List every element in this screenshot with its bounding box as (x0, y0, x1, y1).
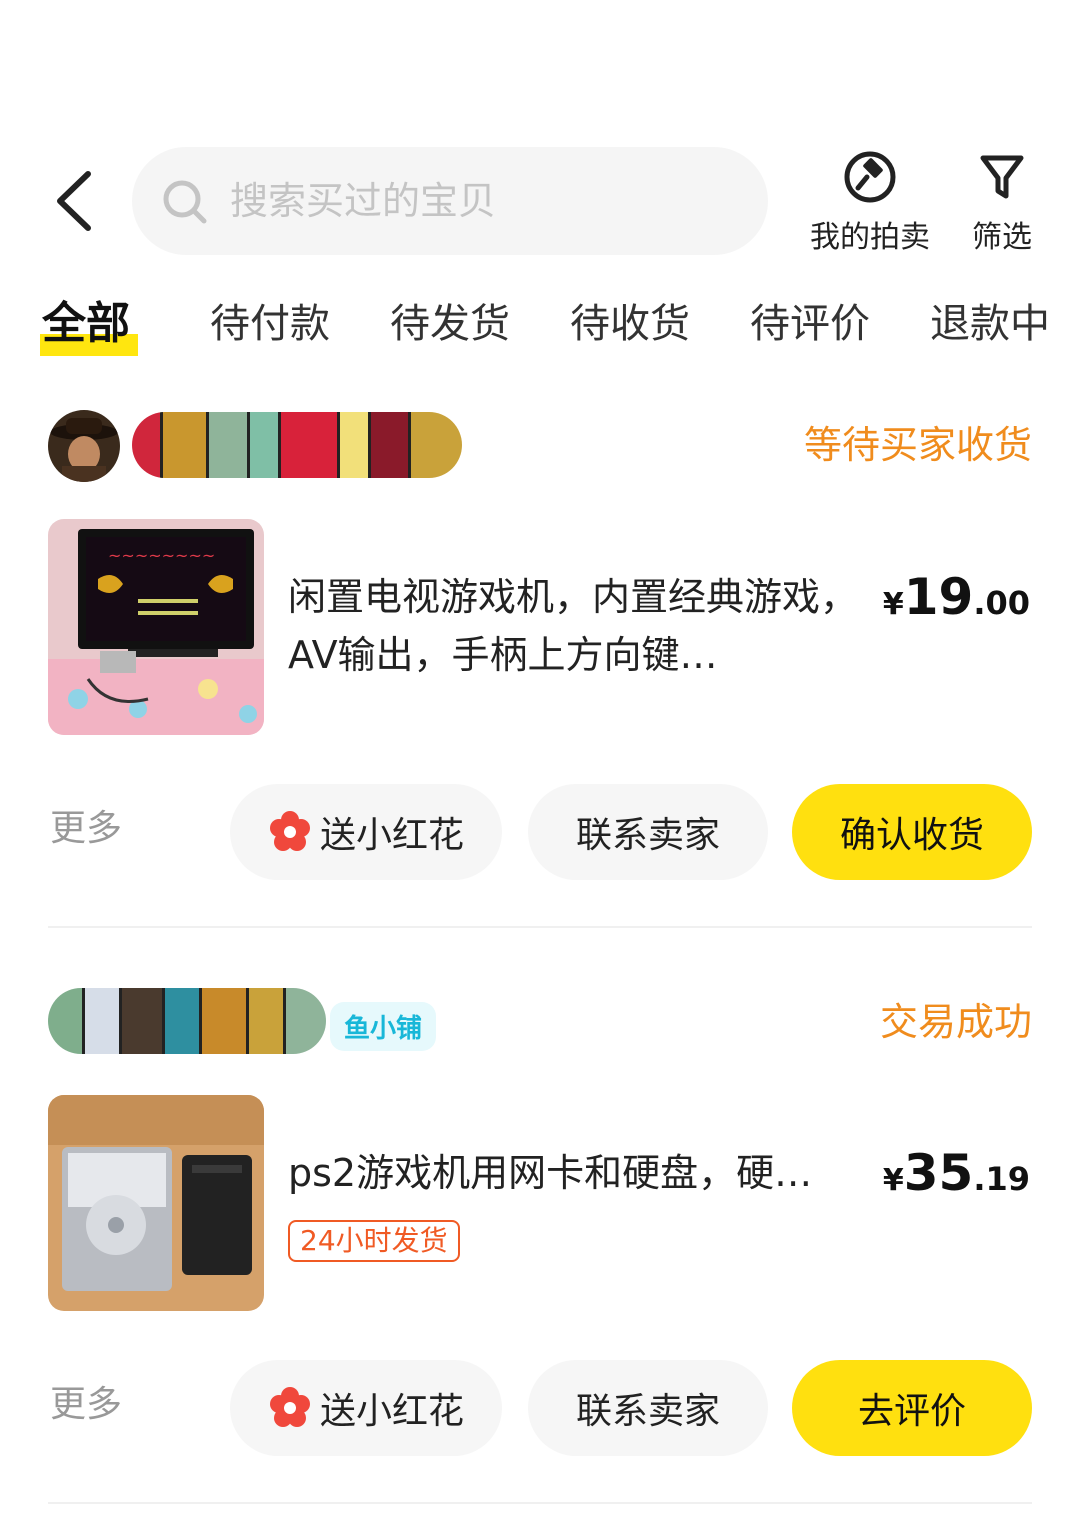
filter-icon (980, 155, 1024, 199)
product-price: ¥35.19 (883, 1144, 1030, 1202)
price-currency: ¥ (882, 1163, 904, 1198)
more-button[interactable]: 更多 (50, 804, 122, 854)
ship-24h-tag: 24小时发货 (288, 1220, 460, 1262)
price-integer: 35 (903, 1144, 974, 1202)
price-decimal: .19 (973, 1160, 1030, 1198)
my-auction-label: 我的拍卖 (810, 220, 930, 255)
send-flower-button[interactable]: 送小红花 (230, 1360, 502, 1456)
card-divider (48, 1502, 1032, 1504)
price-integer: 19 (903, 568, 974, 626)
tab-all[interactable]: 全部 (42, 296, 130, 352)
product-price: ¥19.00 (883, 568, 1030, 626)
product-title[interactable]: 闲置电视游戏机，内置经典游戏，AV输出，手柄上方向键… (288, 568, 858, 684)
contact-seller-button[interactable]: 联系卖家 (528, 784, 768, 880)
shop-tag: 鱼小铺 (330, 1002, 437, 1051)
back-button[interactable] (50, 168, 106, 234)
price-currency: ¥ (882, 587, 904, 622)
seller-avatar[interactable] (48, 410, 120, 482)
product-thumbnail[interactable] (48, 1095, 264, 1311)
more-button[interactable]: 更多 (50, 1380, 122, 1430)
tab-pending-payment[interactable]: 待付款 (210, 296, 330, 352)
send-flower-label: 送小红花 (319, 1391, 464, 1432)
seller-name-redacted (48, 988, 326, 1054)
confirm-receipt-button[interactable]: 确认收货 (792, 784, 1032, 880)
svg-text:~~~~~~~~: ~~~~~~~~ (108, 546, 215, 565)
filter-button[interactable]: 筛选 (932, 150, 1072, 256)
product-thumbnail[interactable]: ~~~~~~~~ (48, 519, 264, 735)
write-review-button[interactable]: 去评价 (792, 1360, 1032, 1456)
chevron-left-icon (57, 171, 91, 231)
send-flower-label: 送小红花 (319, 815, 464, 856)
auction-gavel-icon (844, 151, 896, 203)
price-decimal: .00 (973, 584, 1030, 622)
card-divider (48, 926, 1032, 928)
send-flower-button[interactable]: 送小红花 (230, 784, 502, 880)
order-status: 交易成功 (879, 1000, 1032, 1044)
tab-pending-receipt[interactable]: 待收货 (570, 296, 690, 352)
red-flower-icon (269, 811, 310, 851)
red-flower-icon (269, 1387, 310, 1427)
contact-seller-button[interactable]: 联系卖家 (528, 1360, 768, 1456)
search-placeholder: 搜索买过的宝贝 (230, 179, 497, 223)
search-icon (163, 180, 207, 224)
tab-pending-review[interactable]: 待评价 (750, 296, 870, 352)
tab-pending-shipment[interactable]: 待发货 (390, 296, 510, 352)
tab-refunding[interactable]: 退款中 (930, 296, 1050, 352)
order-status: 等待买家收货 (803, 423, 1032, 467)
filter-label: 筛选 (972, 220, 1032, 255)
seller-name-redacted (132, 412, 462, 478)
search-bar[interactable]: 搜索买过的宝贝 (132, 147, 768, 255)
my-auction-button[interactable]: 我的拍卖 (800, 150, 940, 256)
product-title[interactable]: ps2游戏机用网卡和硬盘，硬… (288, 1144, 864, 1202)
